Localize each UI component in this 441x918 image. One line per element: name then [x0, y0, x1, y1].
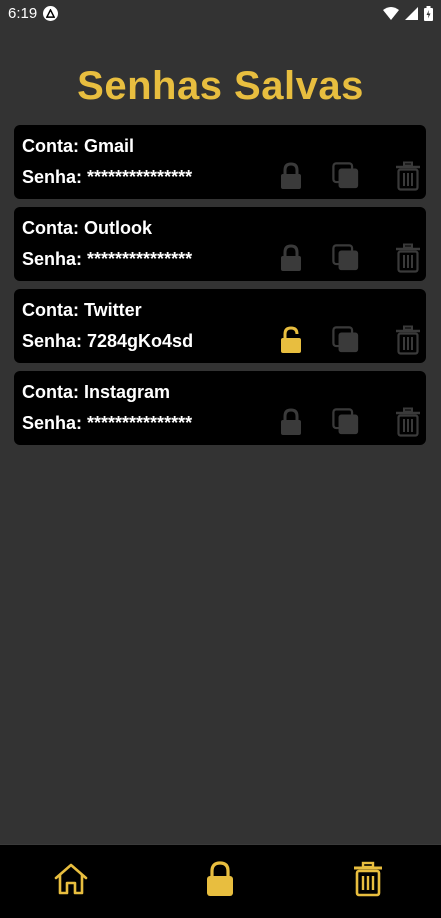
lock-icon	[281, 326, 301, 353]
status-right	[383, 5, 433, 21]
battery-icon	[424, 5, 433, 21]
password-label: Senha: ***************	[22, 249, 193, 269]
nav-trash-button[interactable]	[348, 859, 388, 899]
toggle-visibility-button[interactable]	[277, 325, 305, 355]
password-card: Conta: Outlook Senha: ***************	[14, 207, 426, 281]
copy-password-button[interactable]	[332, 243, 360, 273]
delete-password-button[interactable]	[394, 325, 422, 355]
password-card: Conta: Twitter Senha: 7284gKo4sd	[14, 289, 426, 363]
copy-password-button[interactable]	[332, 407, 360, 437]
lock-icon	[281, 162, 301, 189]
delete-password-button[interactable]	[394, 161, 422, 191]
copy-icon	[332, 326, 359, 353]
status-left: 6:19	[8, 4, 59, 22]
delete-password-button[interactable]	[394, 243, 422, 273]
lock-icon	[207, 861, 233, 896]
delete-password-button[interactable]	[394, 407, 422, 437]
status-time: 6:19	[8, 4, 38, 22]
lock-icon	[281, 408, 301, 435]
toggle-visibility-button[interactable]	[277, 407, 305, 437]
password-card: Conta: Instagram Senha: ***************	[14, 371, 426, 445]
toggle-visibility-button[interactable]	[277, 161, 305, 191]
page-title: Senhas Salvas	[77, 64, 364, 108]
nav-passwords-button[interactable]	[200, 859, 240, 899]
copy-icon	[332, 162, 359, 189]
nav-home-button[interactable]	[51, 859, 91, 899]
password-card: Conta: Gmail Senha: ***************	[14, 125, 426, 199]
copy-password-button[interactable]	[332, 325, 360, 355]
notification-app-icon	[43, 5, 59, 21]
wifi-icon	[383, 6, 399, 20]
lock-icon	[281, 244, 301, 271]
home-icon	[54, 863, 88, 895]
copy-icon	[332, 408, 359, 435]
trash-icon	[396, 161, 420, 191]
status-bar: 6:19	[0, 0, 441, 26]
account-label: Conta: Instagram	[22, 382, 171, 402]
password-label: Senha: ***************	[22, 167, 193, 187]
account-label: Conta: Gmail	[22, 136, 135, 156]
trash-icon	[396, 407, 420, 437]
trash-icon	[396, 325, 420, 355]
copy-icon	[332, 244, 359, 271]
trash-icon	[354, 861, 382, 897]
account-label: Conta: Outlook	[22, 218, 152, 238]
toggle-visibility-button[interactable]	[277, 243, 305, 273]
bottom-nav	[0, 844, 441, 918]
trash-icon	[396, 243, 420, 273]
copy-password-button[interactable]	[332, 161, 360, 191]
saved-passwords-list: Conta: Gmail Senha: *************** Conta:…	[14, 125, 426, 445]
password-label: Senha: 7284gKo4sd	[22, 331, 194, 351]
password-label: Senha: ***************	[22, 413, 193, 433]
signal-icon	[405, 6, 418, 20]
account-label: Conta: Twitter	[22, 300, 142, 320]
